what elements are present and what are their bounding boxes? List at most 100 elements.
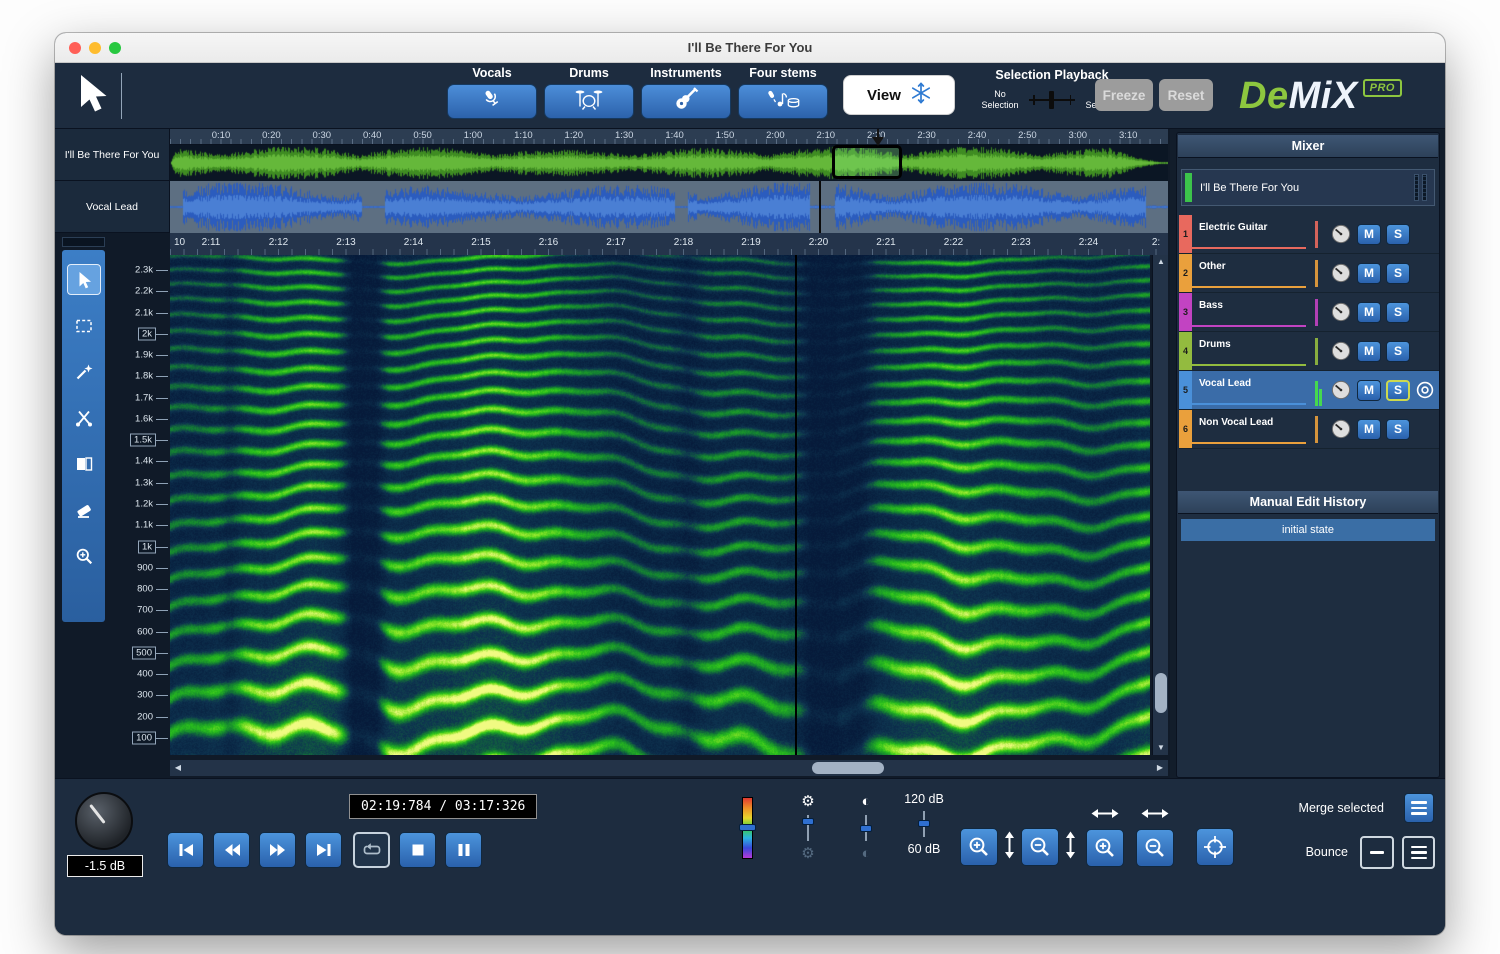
spectrogram-ruler[interactable]: 102:112:122:132:142:152:162:172:182:192:… [170, 233, 1168, 255]
gain-slider-handle[interactable] [802, 818, 814, 825]
scroll-right-button[interactable]: ▶ [1152, 760, 1168, 776]
solo-button[interactable]: S [1386, 263, 1410, 284]
vocals-button[interactable] [447, 84, 537, 119]
solo-button[interactable]: S [1386, 380, 1410, 401]
scissors-tool[interactable] [67, 402, 101, 433]
knob-indicator [89, 804, 106, 824]
zoom-out-horizontal-button[interactable] [1136, 829, 1174, 867]
selection-region[interactable] [832, 145, 902, 179]
magic-wand-tool[interactable] [67, 356, 101, 387]
solo-button[interactable]: S [1386, 419, 1410, 440]
contrast-slider-handle[interactable] [860, 825, 872, 832]
drums-button[interactable] [544, 84, 634, 119]
mute-button[interactable]: M [1357, 224, 1381, 245]
solo-button[interactable]: S [1386, 302, 1410, 323]
slider-handle[interactable] [1049, 91, 1054, 109]
solo-button[interactable]: S [1386, 224, 1410, 245]
bounce-remove-button[interactable] [1360, 836, 1394, 869]
zoom-tool[interactable] [67, 540, 101, 571]
vocal-lead-track[interactable] [170, 181, 1168, 233]
vertical-scroll-thumb[interactable] [1155, 673, 1167, 713]
mixer-track-electric-guitar[interactable]: 1Electric GuitarMS [1179, 215, 1439, 254]
range-slider[interactable] [918, 811, 930, 837]
timeline-ruler-label: 1:10 [514, 130, 533, 141]
skip-end-button[interactable] [305, 832, 342, 868]
mute-button[interactable]: M [1357, 419, 1381, 440]
minimize-window-button[interactable] [89, 42, 101, 54]
vertical-zoom-group [960, 828, 1077, 866]
compare-tool[interactable] [67, 448, 101, 479]
range-slider-handle[interactable] [918, 820, 930, 827]
overview-track[interactable] [170, 145, 1168, 181]
colormap-slider[interactable] [742, 797, 753, 859]
scroll-down-button[interactable]: ▼ [1153, 741, 1169, 755]
mixer-track-drums[interactable]: 4DrumsMS [1179, 332, 1439, 371]
spectrogram-canvas[interactable] [170, 255, 1150, 755]
zoom-in-vertical-button[interactable] [960, 828, 998, 866]
scroll-up-button[interactable]: ▲ [1153, 255, 1169, 269]
marquee-select-tool[interactable] [67, 310, 101, 341]
frequency-tick [156, 738, 168, 739]
rewind-button[interactable] [213, 832, 250, 868]
pan-knob[interactable] [1330, 223, 1352, 245]
loop-button[interactable] [353, 832, 390, 868]
frequency-tick [156, 334, 168, 335]
vocal-waveform-canvas[interactable] [170, 181, 1168, 233]
pause-button[interactable] [445, 832, 482, 868]
mute-button[interactable]: M [1357, 341, 1381, 362]
eraser-tool[interactable] [67, 494, 101, 525]
scroll-left-button[interactable]: ◀ [170, 760, 186, 776]
pan-knob[interactable] [1330, 418, 1352, 440]
center-playhead-button[interactable] [1196, 828, 1234, 866]
mixer-master-row[interactable]: I'll Be There For You [1181, 169, 1435, 206]
spectrogram-view[interactable] [170, 255, 1150, 755]
mute-button[interactable]: M [1357, 263, 1381, 284]
mixer-track-other[interactable]: 2OtherMS [1179, 254, 1439, 293]
mixer-track-bass[interactable]: 3BassMS [1179, 293, 1439, 332]
output-volume-knob[interactable] [75, 792, 133, 850]
close-window-button[interactable] [69, 42, 81, 54]
stop-button[interactable] [399, 832, 436, 868]
view-button[interactable]: View [843, 75, 955, 115]
frequency-label: 900 [137, 562, 153, 573]
mixer-track-non-vocal-lead[interactable]: 6Non Vocal LeadMS [1179, 410, 1439, 449]
zoom-window-button[interactable] [109, 42, 121, 54]
timeline-ruler-label: 1:50 [716, 130, 735, 141]
pan-knob[interactable] [1330, 301, 1352, 323]
window-titlebar[interactable]: I'll Be There For You [55, 33, 1445, 63]
skip-start-button[interactable] [167, 832, 204, 868]
track-name-wrap: Bass [1192, 293, 1310, 331]
history-item[interactable]: initial state [1181, 519, 1435, 541]
playhead-marker[interactable] [872, 137, 884, 146]
pan-knob[interactable] [1330, 379, 1352, 401]
mixer-track-vocal-lead[interactable]: 5Vocal LeadMS [1179, 371, 1439, 410]
selection-playback-slider[interactable] [1029, 89, 1075, 111]
contrast-icon: ◐ [861, 794, 870, 810]
bounce-menu-button[interactable] [1402, 836, 1435, 869]
merge-menu-button[interactable] [1404, 793, 1434, 823]
spectrogram-time-label: 2:18 [674, 237, 693, 248]
horizontal-scroll-thumb[interactable] [812, 762, 884, 774]
zoom-in-horizontal-button[interactable] [1086, 829, 1124, 867]
mute-button[interactable]: M [1357, 380, 1381, 401]
instruments-button[interactable] [641, 84, 731, 119]
fast-forward-button[interactable] [259, 832, 296, 868]
mute-button[interactable]: M [1357, 302, 1381, 323]
four-stems-button[interactable] [738, 84, 828, 119]
timeline-ruler[interactable]: 0:100:200:300:400:501:001:101:201:301:40… [170, 129, 1168, 145]
freeze-button[interactable]: Freeze [1095, 79, 1153, 111]
gain-slider[interactable] [802, 815, 814, 841]
zoom-out-vertical-button[interactable] [1021, 828, 1059, 866]
reset-button[interactable]: Reset [1159, 79, 1213, 111]
pan-knob[interactable] [1330, 262, 1352, 284]
frequency-tick [156, 291, 168, 292]
overview-waveform-canvas[interactable] [170, 145, 1168, 181]
contrast-slider[interactable] [860, 815, 872, 841]
solo-button[interactable]: S [1386, 341, 1410, 362]
focus-target-icon[interactable] [1415, 380, 1435, 400]
vertical-scrollbar[interactable]: ▲ ▼ [1152, 255, 1168, 755]
horizontal-scrollbar[interactable]: ◀ ▶ [170, 760, 1168, 776]
colormap-handle[interactable] [739, 824, 756, 831]
pan-knob[interactable] [1330, 340, 1352, 362]
pointer-tool[interactable] [67, 264, 101, 295]
